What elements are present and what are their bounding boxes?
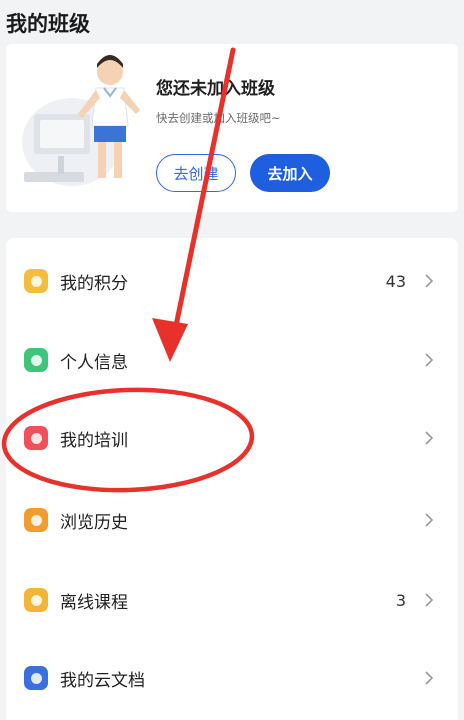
offline-course-count: 3 [395,590,406,610]
empty-class-illustration [22,55,140,186]
training-icon [24,426,48,450]
star-badge-icon [24,269,48,293]
join-class-button[interactable]: 去加入 [250,154,330,192]
chevron-right-icon [422,590,436,610]
chevron-right-icon [422,271,436,291]
menu-item-label: 浏览历史 [60,512,128,533]
profile-menu: 我的积分 43 个人信息 我的培训 浏览历史 离线课程 3 我的云文档 [6,238,458,720]
menu-item-label: 离线课程 [60,592,128,613]
menu-item-browse-history[interactable]: 浏览历史 [6,480,458,560]
section-title-my-class: 我的班级 [6,12,90,36]
menu-item-my-training[interactable]: 我的培训 [6,398,458,478]
menu-item-cloud-docs[interactable]: 我的云文档 [6,638,458,718]
menu-item-label: 个人信息 [60,352,128,373]
offline-course-icon [24,588,48,612]
chevron-right-icon [422,510,436,530]
history-icon [24,508,48,532]
menu-item-offline-courses[interactable]: 离线课程 3 [6,560,458,640]
chevron-right-icon [422,668,436,688]
create-class-button[interactable]: 去创建 [156,154,236,192]
menu-item-personal-info[interactable]: 个人信息 [6,320,458,400]
not-joined-subtext: 快去创建或加入班级吧~ [156,111,281,125]
chevron-right-icon [422,350,436,370]
menu-item-label: 我的培训 [60,430,128,451]
cloud-doc-icon [24,666,48,690]
menu-item-my-points[interactable]: 我的积分 43 [6,241,458,321]
points-count: 43 [385,271,406,291]
menu-item-label: 我的积分 [60,273,128,294]
not-joined-heading: 您还未加入班级 [156,79,275,99]
class-card: 您还未加入班级 快去创建或加入班级吧~ 去创建 去加入 [6,44,458,212]
menu-item-label: 我的云文档 [60,670,145,691]
chevron-right-icon [422,428,436,448]
person-card-icon [24,348,48,372]
